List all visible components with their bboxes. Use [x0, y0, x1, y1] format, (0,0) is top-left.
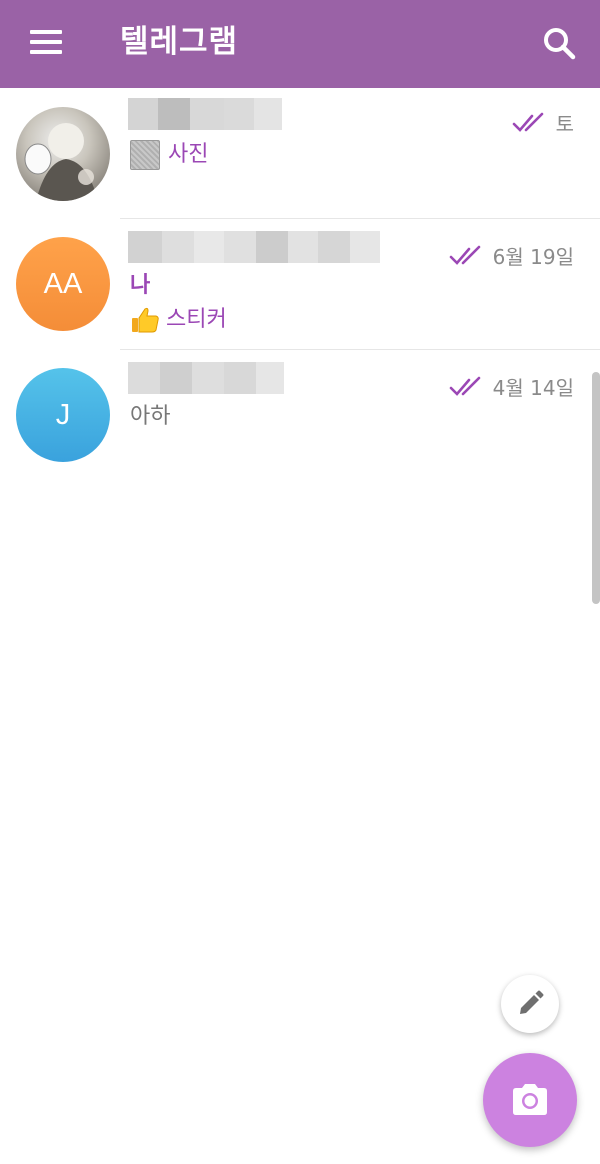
avatar: J: [16, 368, 110, 462]
chat-meta: 6월 19일: [449, 241, 574, 270]
preview-text: 사진: [168, 142, 209, 167]
double-check-icon: [449, 376, 480, 396]
contact-name-redacted: [128, 98, 282, 130]
avatar: [16, 107, 110, 201]
chat-item[interactable]: J 아하 4월 14일: [0, 350, 600, 480]
avatar-initials: AA: [43, 267, 83, 300]
search-icon[interactable]: [540, 24, 580, 64]
contact-name-redacted: [128, 231, 380, 263]
sender-name: 나: [130, 273, 151, 298]
chat-time: 토: [555, 112, 574, 136]
thumbs-up-icon: [132, 307, 159, 333]
preview-text: 스티커: [166, 307, 227, 332]
scrollbar[interactable]: [592, 372, 600, 604]
message-preview: 스티커: [130, 305, 227, 335]
sender-line: 나: [130, 271, 150, 301]
avatar: AA: [16, 237, 110, 331]
double-check-icon: [449, 245, 480, 265]
chat-time: 6월 19일: [492, 245, 574, 269]
message-preview: 아하: [130, 402, 170, 432]
avatar-initials: J: [55, 398, 71, 431]
app-bar: 텔레그램: [0, 0, 600, 88]
pencil-icon: [520, 990, 544, 1014]
chat-item[interactable]: AA 나 스티커 6월 19일: [0, 219, 600, 349]
camera-button[interactable]: [483, 1053, 577, 1147]
chat-meta: 4월 14일: [449, 372, 574, 401]
menu-icon[interactable]: [28, 26, 64, 62]
app-title: 텔레그램: [120, 24, 239, 60]
message-preview: 사진: [130, 140, 208, 170]
preview-text: 아하: [130, 404, 171, 429]
chat-time: 4월 14일: [492, 376, 574, 400]
camera-icon: [513, 1084, 547, 1115]
photo-thumbnail-icon: [130, 140, 160, 170]
double-check-icon: [512, 112, 543, 132]
chat-meta: 토: [512, 108, 574, 137]
compose-button[interactable]: [501, 975, 559, 1033]
chat-item[interactable]: 사진 토: [0, 88, 600, 218]
contact-name-redacted: [128, 362, 284, 394]
